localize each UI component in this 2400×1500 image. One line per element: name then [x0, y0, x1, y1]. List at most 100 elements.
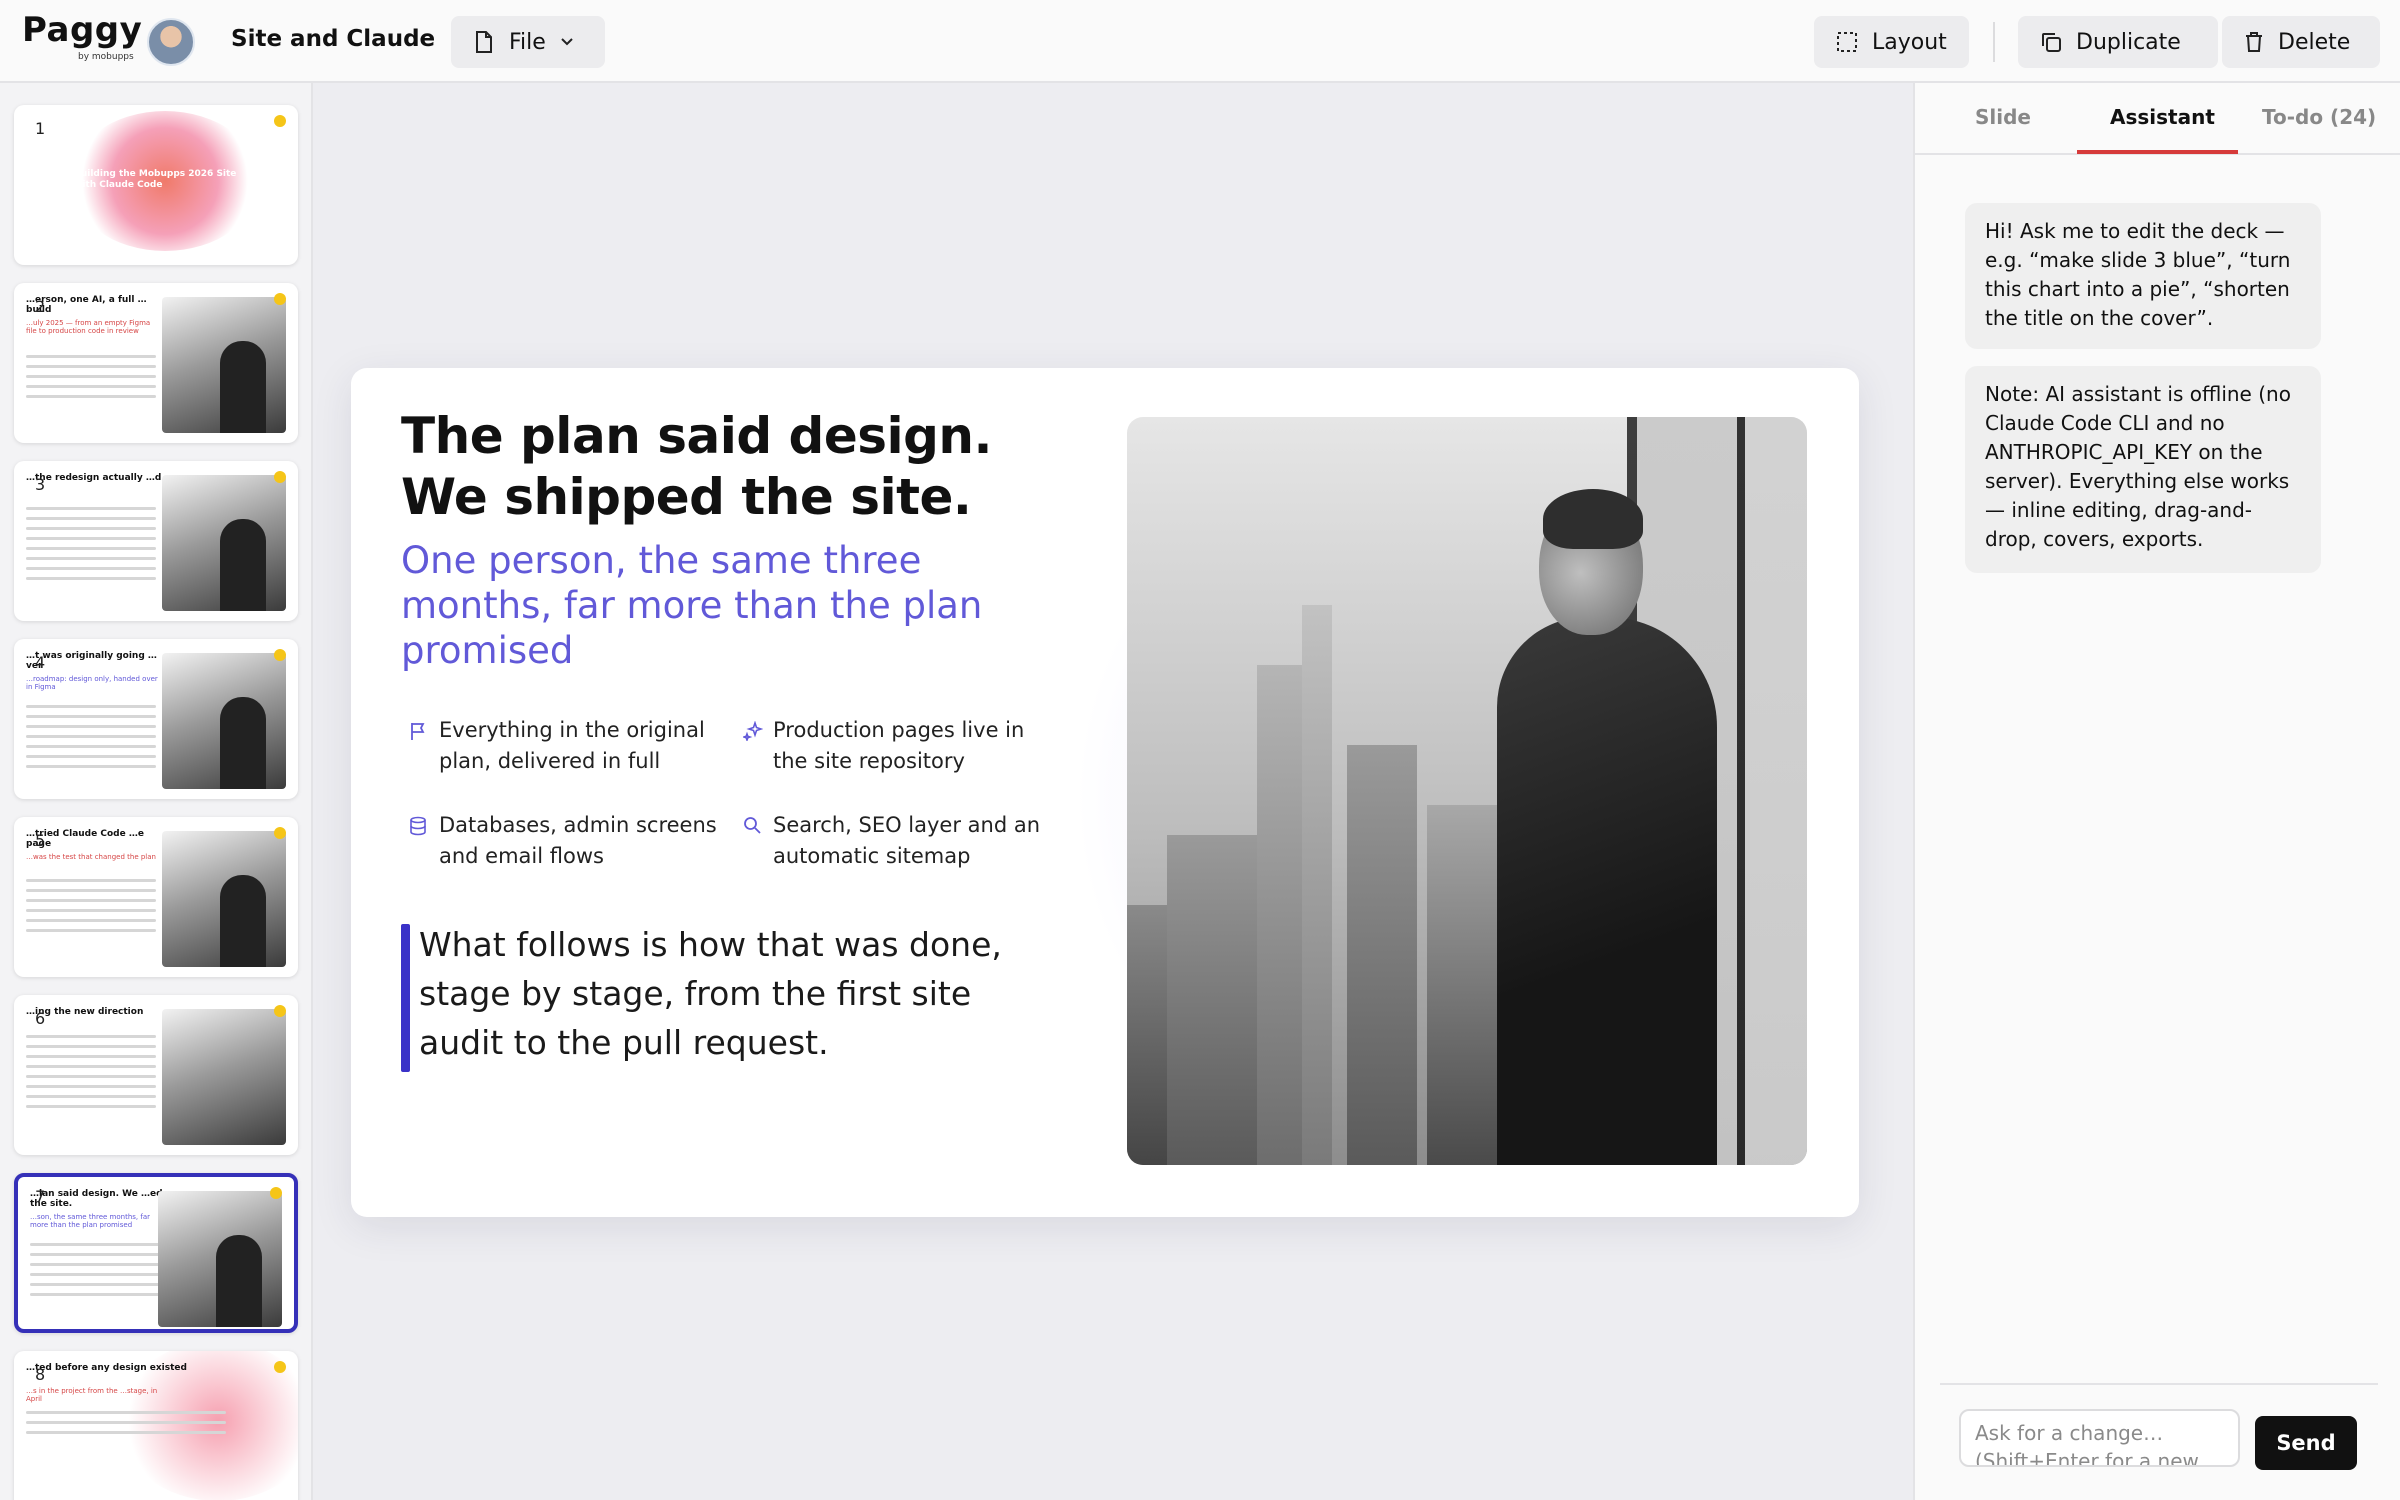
thumbnail-title: …the redesign actually …d — [26, 473, 162, 483]
toolbar-divider — [1993, 22, 1995, 62]
thumbnail-subtitle: …was the test that changed the plan — [26, 853, 156, 861]
thumbnail-number: 3 — [35, 475, 46, 494]
ask-change-input[interactable] — [1959, 1409, 2240, 1467]
brand-name: Paggy — [22, 10, 143, 50]
composer-divider — [1940, 1383, 2378, 1385]
delete-button[interactable]: Delete — [2222, 16, 2380, 68]
thumbnail-photo — [158, 1191, 282, 1327]
sparkles-icon — [743, 721, 763, 741]
trash-icon — [2246, 32, 2262, 52]
thumbnail-subtitle: …son, the same three months, far more th… — [30, 1213, 151, 1229]
duplicate-label: Duplicate — [2076, 29, 2181, 55]
slide-thumbnail-2[interactable]: 2 …erson, one AI, a full …build …uly 202… — [14, 283, 298, 443]
thumbnail-text-lines — [30, 1243, 160, 1303]
thumbnail-text-lines — [26, 507, 156, 587]
status-dot — [274, 471, 286, 483]
feature-item[interactable]: Everything in the original plan, deliver… — [409, 715, 729, 777]
slide-thumbnail-6[interactable]: 6 …ing the new direction — [14, 995, 298, 1155]
layout-icon — [1837, 32, 1857, 52]
feature-text: Everything in the original plan, deliver… — [439, 718, 705, 773]
top-bar: Paggy by mobupps Site and Claude File La… — [0, 0, 2400, 83]
file-label: File — [509, 29, 546, 55]
thumbnail-text-lines — [26, 879, 156, 939]
send-button[interactable]: Send — [2255, 1416, 2357, 1470]
quote-accent-bar — [401, 924, 410, 1072]
thumbnail-photo — [162, 653, 286, 789]
thumbnail-photo — [162, 831, 286, 967]
slide-thumbnail-4[interactable]: 4 …t was originally going …ver …roadmap:… — [14, 639, 298, 799]
thumbnail-title: …ing the new direction — [26, 1007, 144, 1017]
slide-thumbnail-8[interactable]: 8 …ted before any design existed …s in t… — [14, 1351, 298, 1500]
database-icon — [410, 816, 426, 836]
thumbnail-photo — [162, 1009, 286, 1145]
active-tab-indicator — [2077, 150, 2238, 154]
feature-item[interactable]: Databases, admin screens and email flows — [409, 810, 729, 872]
thumbnail-number: 4 — [35, 653, 46, 672]
flag-icon — [411, 723, 425, 740]
slide-photo-man-at-window[interactable] — [1127, 417, 1807, 1165]
slide-thumbnail-3[interactable]: 3 …the redesign actually …d — [14, 461, 298, 621]
thumbnail-photo — [162, 297, 286, 433]
thumbnail-text-lines — [26, 705, 156, 775]
thumbnail-title: …t was originally going …ver — [26, 651, 157, 671]
search-icon — [744, 817, 761, 834]
status-dot — [274, 827, 286, 839]
slide-thumbnail-panel: 1 Building the Mobupps 2026 Site with Cl… — [0, 83, 313, 1500]
feature-text: Production pages live in the site reposi… — [773, 718, 1025, 773]
tab-assistant[interactable]: Assistant — [2110, 105, 2215, 129]
thumbnail-subtitle: …roadmap: design only, handed over in Fi… — [26, 675, 158, 691]
file-menu-button[interactable]: File — [451, 16, 605, 68]
slide-subtitle[interactable]: One person, the same three months, far m… — [401, 538, 1081, 673]
thumbnail-photo — [162, 475, 286, 611]
thumbnail-title: …erson, one AI, a full …build — [26, 295, 147, 315]
slide-thumbnail-7[interactable]: 7 …lan said design. We …ed the site. …so… — [14, 1173, 298, 1333]
status-dot — [270, 1187, 282, 1199]
duplicate-button[interactable]: Duplicate — [2018, 16, 2218, 68]
tab-todo[interactable]: To-do (24) — [2262, 105, 2376, 129]
status-dot — [274, 1361, 286, 1373]
brand-sub: by mobupps — [78, 52, 134, 62]
skyline-building — [1167, 835, 1257, 1165]
brand-logo[interactable]: Paggy by mobupps — [22, 10, 143, 62]
status-dot — [274, 649, 286, 661]
thumbnail-title: …lan said design. We …ed the site. — [30, 1189, 163, 1209]
slide-7[interactable]: The plan said design. We shipped the sit… — [351, 368, 1859, 1217]
thumbnail-title: Building the Mobupps 2026 Site with Clau… — [74, 169, 237, 190]
thumbnail-subtitle: …s in the project from the …stage, in Ap… — [26, 1387, 158, 1403]
assistant-message: Hi! Ask me to edit the deck — e.g. “make… — [1965, 203, 2321, 349]
layout-button[interactable]: Layout — [1814, 16, 1969, 68]
thumbnail-number: 2 — [35, 297, 46, 316]
file-icon — [476, 31, 492, 53]
thumbnail-number: 1 — [35, 119, 46, 138]
feature-item[interactable]: Production pages live in the site reposi… — [743, 715, 1063, 777]
duplicate-icon — [2042, 33, 2061, 52]
slide-title[interactable]: The plan said design. We shipped the sit… — [401, 406, 1061, 528]
skyline-building — [1347, 745, 1417, 1165]
thumbnail-number: 8 — [35, 1365, 46, 1384]
feature-item[interactable]: Search, SEO layer and an automatic sitem… — [743, 810, 1063, 872]
status-dot — [274, 293, 286, 305]
feature-text: Search, SEO layer and an automatic sitem… — [773, 813, 1041, 868]
thumbnail-text-lines — [26, 355, 156, 405]
thumbnail-subtitle: …uly 2025 — from an empty Figma file to … — [26, 319, 151, 335]
thumbnail-text-lines — [26, 1411, 226, 1441]
assistant-message: Note: AI assistant is offline (no Claude… — [1965, 366, 2321, 573]
document-title[interactable]: Site and Claude — [231, 26, 435, 52]
feature-text: Databases, admin screens and email flows — [439, 813, 717, 868]
status-dot — [274, 115, 286, 127]
slide-thumbnail-5[interactable]: 5 …tried Claude Code …e page …was the te… — [14, 817, 298, 977]
tab-slide[interactable]: Slide — [1975, 105, 2031, 129]
assistant-panel: Slide Assistant To-do (24) Hi! Ask me to… — [1913, 83, 2400, 1500]
slide-quote[interactable]: What follows is how that was done, stage… — [419, 920, 1059, 1067]
delete-label: Delete — [2278, 29, 2351, 55]
thumbnail-title: …tried Claude Code …e page — [26, 829, 144, 849]
man-hair — [1543, 489, 1643, 549]
layout-label: Layout — [1872, 29, 1947, 55]
user-avatar[interactable] — [147, 18, 195, 66]
thumbnail-number: 7 — [35, 1187, 46, 1206]
slide-thumbnail-1[interactable]: 1 Building the Mobupps 2026 Site with Cl… — [14, 105, 298, 265]
chevron-down-icon — [561, 38, 573, 46]
thumbnail-number: 5 — [35, 831, 46, 850]
panel-tabs: Slide Assistant To-do (24) — [1915, 83, 2400, 155]
thumbnail-number: 6 — [35, 1009, 46, 1028]
